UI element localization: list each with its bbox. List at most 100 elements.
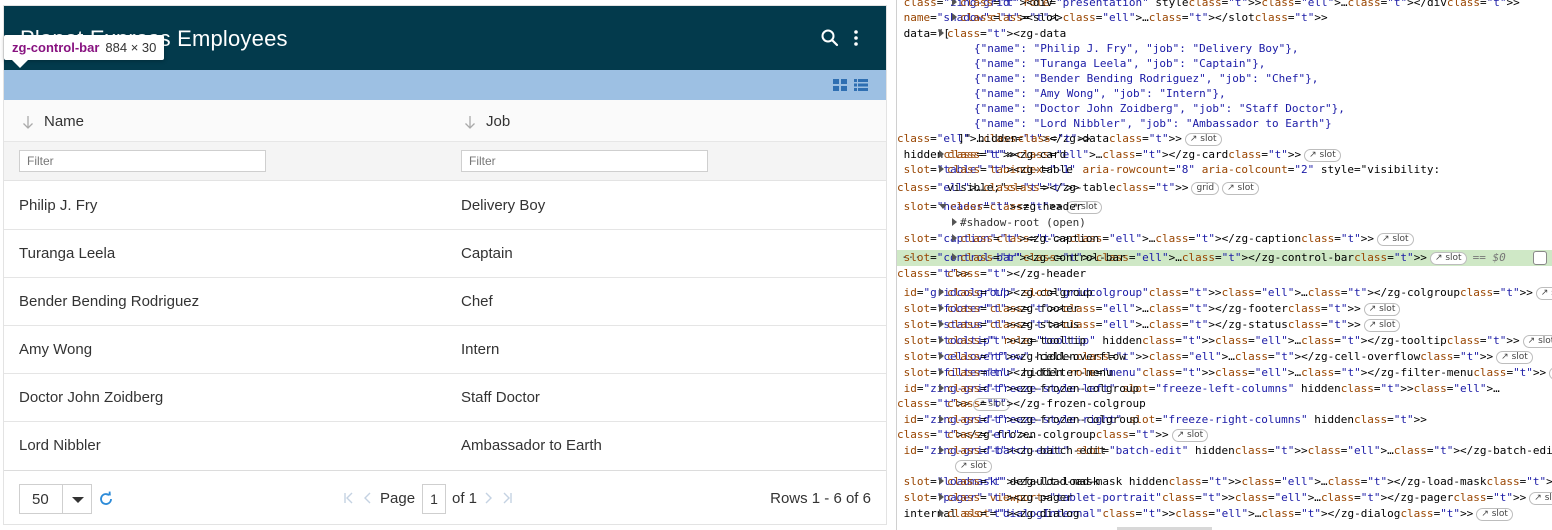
expand-triangle-icon[interactable] [939, 477, 944, 485]
name-cell[interactable]: Amy Wong [19, 341, 92, 358]
name-cell[interactable]: Doctor John Zoidberg [19, 389, 163, 406]
dom-node[interactable]: {"name": "Bender Bending Rodriguez", "jo… [897, 71, 1552, 87]
last-page-icon[interactable] [501, 492, 513, 504]
page-number-input[interactable] [422, 484, 446, 514]
dom-node[interactable]: class="t"><zg-dialog internal slot="dial… [897, 506, 1552, 522]
dom-node[interactable]: ]" hiddenclass="t">> class="ell">…class="… [897, 131, 1552, 147]
chevron-down-icon[interactable] [72, 497, 84, 503]
dom-node[interactable]: class="t"></zg-frozen-colgroup class="t">… [897, 396, 1552, 412]
slot-badge[interactable]: ↗ slot [1535, 287, 1552, 300]
collapse-triangle-icon[interactable] [939, 204, 947, 209]
dom-node[interactable]: class="t"><slot name="shadow"class="t">>… [897, 10, 1552, 26]
dom-node[interactable]: class="t"><zg-header slot="header"class=… [897, 199, 1552, 215]
reload-icon[interactable] [98, 491, 114, 507]
dom-node[interactable]: class="t"><zg-status slot="status"class=… [897, 317, 1552, 333]
expand-triangle-icon[interactable] [939, 446, 944, 454]
expand-triangle-icon[interactable] [939, 352, 944, 360]
name-cell[interactable]: Lord Nibbler [19, 437, 101, 454]
job-cell[interactable]: Ambassador to Earth [461, 437, 602, 454]
dom-node-selected[interactable]: ··· class="t"><zg-control-bar slot="contr… [897, 250, 1552, 266]
dom-node[interactable]: class="t"><zg-colgroup id="gridcolgroup"… [897, 285, 1552, 301]
more-menu-icon[interactable] [846, 28, 866, 48]
column-header-job[interactable]: Job [464, 113, 510, 130]
dom-node[interactable]: class="t"></zg-header class="t">> [897, 266, 1552, 282]
name-cell[interactable]: Philip J. Fry [19, 197, 97, 214]
expand-triangle-icon[interactable] [939, 384, 944, 392]
dom-node[interactable]: class="t"><zg-footer slot="footer"class=… [897, 301, 1552, 317]
dom-node[interactable]: {"name": "Amy Wong", "job": "Intern"}, [897, 86, 1552, 102]
slot-badge[interactable]: ↗ slot [1363, 303, 1401, 316]
dom-node[interactable]: class="t"><zg-load-mask slot="loadmask" … [897, 474, 1552, 490]
slot-badge[interactable]: ↗ slot [1429, 252, 1467, 265]
expand-triangle-icon[interactable] [939, 493, 944, 501]
dom-node[interactable]: {"name": "Philip J. Fry", "job": "Delive… [897, 41, 1552, 57]
slot-badge[interactable]: ↗ slot [1363, 319, 1401, 332]
slot-badge[interactable]: ↗ slot [1304, 149, 1341, 162]
dom-node[interactable]: class="t"><zg-filter-menu slot="filterme… [897, 365, 1552, 381]
dom-node[interactable]: class="t"><zg-card hiddenclass="t">>clas… [897, 147, 1552, 163]
slot-badge[interactable]: ↗ slot [1222, 182, 1259, 195]
name-cell[interactable]: Turanga Leela [19, 245, 115, 262]
slot-badge[interactable]: ↗ slot [1171, 429, 1209, 442]
dom-node[interactable]: class="t"><zg-frozen-colgroup id="zing-g… [897, 381, 1552, 397]
name-filter-input[interactable] [19, 150, 266, 172]
more-options-icon[interactable]: ··· [901, 250, 921, 266]
dom-node[interactable]: {"name": "Lord Nibbler", "job": "Ambassa… [897, 116, 1552, 132]
dom-node[interactable]: class="t"><zg-tooltip slot="tooltip" rol… [897, 333, 1552, 349]
table-row[interactable]: Lord Nibbler Ambassador to Earth [4, 422, 886, 470]
expand-triangle-icon[interactable] [939, 336, 944, 344]
expand-triangle-icon[interactable] [939, 509, 944, 517]
expand-triangle-icon[interactable] [939, 304, 944, 312]
job-cell[interactable]: Delivery Boy [461, 197, 545, 214]
row-view-icon[interactable] [854, 78, 868, 92]
dom-node[interactable]: class="t"><zg-caption slot="caption"clas… [897, 231, 1552, 247]
expand-triangle-icon[interactable] [939, 165, 944, 173]
job-cell[interactable]: Captain [461, 245, 513, 262]
expand-triangle-icon[interactable] [952, 218, 957, 226]
expand-triangle-icon[interactable] [952, 253, 957, 261]
table-row[interactable]: Bender Bending Rodriguez Chef [4, 278, 886, 326]
table-row[interactable]: Philip J. Fry Delivery Boy [4, 182, 886, 230]
next-page-icon[interactable] [482, 492, 494, 504]
job-cell[interactable]: Intern [461, 341, 499, 358]
expand-triangle-icon[interactable] [939, 150, 944, 158]
slot-badge[interactable]: ↗ slot [1376, 233, 1414, 246]
expand-triangle-icon[interactable] [952, 13, 957, 21]
slot-badge[interactable]: ↗ slot [1529, 492, 1552, 505]
dom-node[interactable]: #shadow-root (open) [897, 215, 1552, 231]
expand-triangle-icon[interactable] [952, 0, 957, 6]
slot-badge[interactable]: ↗ slot [1476, 508, 1513, 521]
expand-triangle-icon[interactable] [939, 29, 944, 37]
previous-page-icon[interactable] [362, 492, 374, 504]
copy-icon[interactable] [1533, 251, 1547, 265]
dom-node[interactable]: visible;"class="t">> class="ell">…class="… [897, 180, 1552, 196]
job-cell[interactable]: Chef [461, 293, 493, 310]
slot-badge[interactable]: ↗ slot [1496, 351, 1533, 364]
dom-node[interactable]: class="ell">… class="t"></zg-frozen-colgr… [897, 427, 1552, 443]
column-header-name[interactable]: Name [22, 113, 84, 130]
dom-node[interactable]: class="t"><zg-pager slot="pager" viewpor… [897, 490, 1552, 506]
grid-badge[interactable]: grid [1191, 182, 1220, 195]
job-filter-input[interactable] [461, 150, 708, 172]
dom-node[interactable]: class="t"><zg-table slot="table" tabinde… [897, 162, 1552, 178]
table-row[interactable]: Turanga Leela Captain [4, 230, 886, 278]
table-row[interactable]: Amy Wong Intern [4, 326, 886, 374]
expand-triangle-icon[interactable] [939, 368, 944, 376]
table-row[interactable]: Doctor John Zoidberg Staff Doctor [4, 374, 886, 422]
dom-node[interactable]: class="t"><zg-batch-edit id="zing-grid-b… [897, 443, 1552, 459]
slot-badge[interactable]: ↗ slot [1184, 133, 1222, 146]
dom-node[interactable]: class="t"><zg-frozen-colgroup id="zing-g… [897, 412, 1552, 428]
job-cell[interactable]: Staff Doctor [461, 389, 540, 406]
dom-node[interactable]: {"name": "Turanga Leela", "job": "Captai… [897, 56, 1552, 72]
dom-node[interactable]: class="t"><zg-data data="[ [897, 26, 1552, 42]
search-icon[interactable] [820, 28, 840, 48]
slot-badge[interactable]: ↗ slot [1522, 335, 1552, 348]
expand-triangle-icon[interactable] [939, 415, 944, 423]
dom-node[interactable]: ↗ slot [897, 458, 1552, 474]
expand-triangle-icon[interactable] [952, 234, 957, 242]
first-page-icon[interactable] [343, 492, 355, 504]
dom-node[interactable]: {"name": "Doctor John Zoidberg", "job": … [897, 101, 1552, 117]
expand-triangle-icon[interactable] [939, 320, 944, 328]
expand-triangle-icon[interactable] [939, 288, 944, 296]
dom-node[interactable]: class="t"><zg-cell-overflow slot="cellov… [897, 349, 1552, 365]
